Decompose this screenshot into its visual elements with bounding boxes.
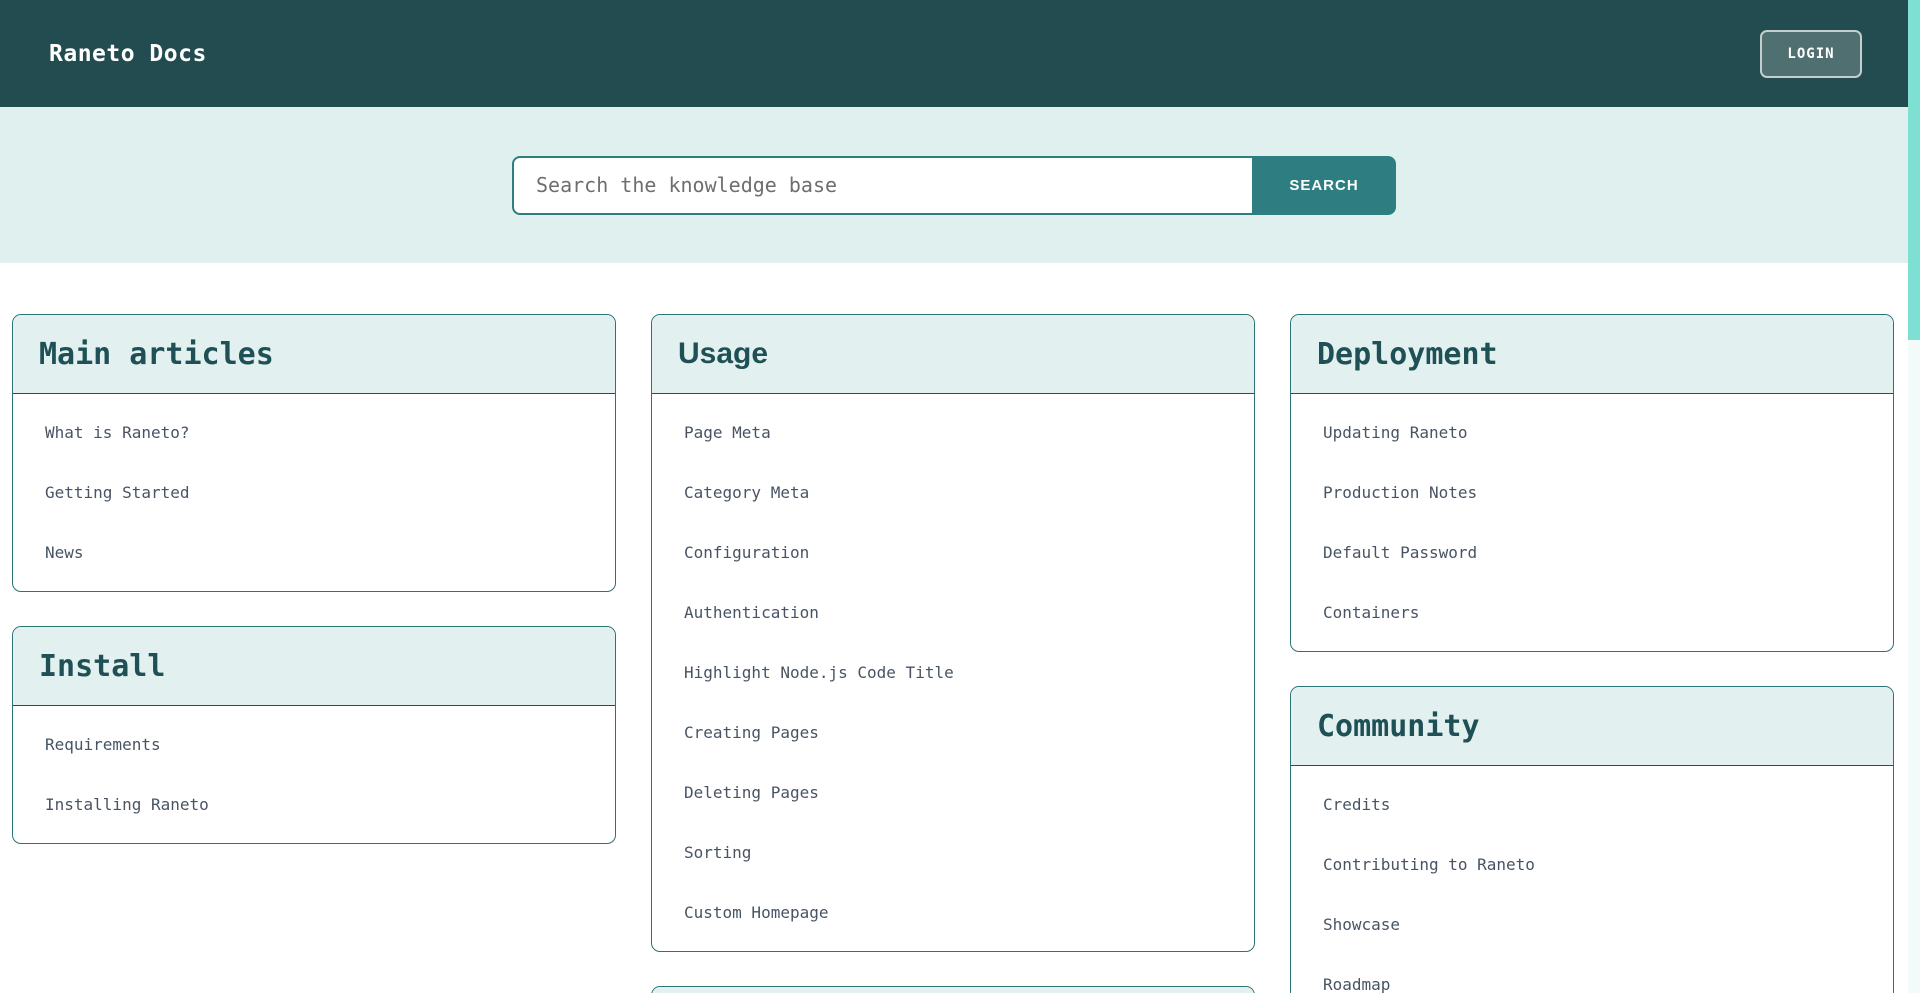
card-body: What is Raneto?Getting StartedNews — [13, 394, 615, 591]
card-install: Install RequirementsInstalling Raneto — [12, 626, 616, 844]
card-body: Updating RanetoProduction NotesDefault P… — [1291, 394, 1893, 651]
card-item-custom-homepage[interactable]: Custom Homepage — [652, 882, 1254, 942]
card-untitled — [651, 986, 1255, 993]
card-item-roadmap[interactable]: Roadmap — [1291, 954, 1893, 993]
card-item-page-meta[interactable]: Page Meta — [652, 402, 1254, 462]
card-title: Usage — [678, 337, 768, 371]
search-button[interactable]: SEARCH — [1252, 156, 1396, 215]
card-column-1: Main articles What is Raneto?Getting Star… — [12, 314, 616, 844]
card-item-news[interactable]: News — [13, 522, 615, 582]
card-item-updating-raneto[interactable]: Updating Raneto — [1291, 402, 1893, 462]
card-body: RequirementsInstalling Raneto — [13, 706, 615, 843]
login-button[interactable]: LOGIN — [1760, 30, 1862, 78]
card-title: Deployment — [1317, 337, 1498, 372]
card-title: Community — [1317, 709, 1480, 744]
cards-grid: Main articles What is Raneto?Getting Star… — [0, 263, 1908, 993]
card-body: Page MetaCategory MetaConfigurationAuthe… — [652, 394, 1254, 951]
card-header: Deployment — [1291, 315, 1893, 394]
card-main-articles: Main articles What is Raneto?Getting Star… — [12, 314, 616, 592]
card-item-containers[interactable]: Containers — [1291, 582, 1893, 642]
card-header: Community — [1291, 687, 1893, 766]
card-community: Community CreditsContributing to RanetoSh… — [1290, 686, 1894, 993]
card-item-creating-pages[interactable]: Creating Pages — [652, 702, 1254, 762]
card-item-contributing-to-raneto[interactable]: Contributing to Raneto — [1291, 834, 1893, 894]
card-item-default-password[interactable]: Default Password — [1291, 522, 1893, 582]
card-item-requirements[interactable]: Requirements — [13, 714, 615, 774]
card-item-what-is-raneto[interactable]: What is Raneto? — [13, 402, 615, 462]
card-column-2: Usage Page MetaCategory MetaConfiguration… — [651, 314, 1255, 993]
card-column-3: Deployment Updating RanetoProduction Note… — [1290, 314, 1894, 993]
card-item-authentication[interactable]: Authentication — [652, 582, 1254, 642]
card-item-installing-raneto[interactable]: Installing Raneto — [13, 774, 615, 834]
card-title: Install — [39, 649, 165, 684]
card-item-deleting-pages[interactable]: Deleting Pages — [652, 762, 1254, 822]
card-title: Main articles — [39, 337, 274, 372]
card-item-configuration[interactable]: Configuration — [652, 522, 1254, 582]
search-input[interactable] — [512, 156, 1252, 215]
card-header — [652, 987, 1254, 993]
card-header: Install — [13, 627, 615, 706]
scrollbar-thumb[interactable] — [1908, 0, 1920, 340]
site-title: Raneto Docs — [49, 41, 207, 67]
card-item-getting-started[interactable]: Getting Started — [13, 462, 615, 522]
page: Raneto Docs LOGIN SEARCH Main articles Wh… — [0, 0, 1920, 993]
card-item-sorting[interactable]: Sorting — [652, 822, 1254, 882]
card-deployment: Deployment Updating RanetoProduction Note… — [1290, 314, 1894, 652]
topbar: Raneto Docs LOGIN — [0, 0, 1908, 107]
card-usage: Usage Page MetaCategory MetaConfiguration… — [651, 314, 1255, 952]
hero-search-section: SEARCH — [0, 107, 1908, 263]
card-header: Main articles — [13, 315, 615, 394]
card-item-highlight-node-js-code-title[interactable]: Highlight Node.js Code Title — [652, 642, 1254, 702]
card-item-production-notes[interactable]: Production Notes — [1291, 462, 1893, 522]
card-item-category-meta[interactable]: Category Meta — [652, 462, 1254, 522]
card-item-showcase[interactable]: Showcase — [1291, 894, 1893, 954]
card-item-credits[interactable]: Credits — [1291, 774, 1893, 834]
content: Raneto Docs LOGIN SEARCH Main articles Wh… — [0, 0, 1908, 993]
page-scrollbar[interactable] — [1908, 0, 1920, 993]
card-body: CreditsContributing to RanetoShowcaseRoa… — [1291, 766, 1893, 993]
card-header: Usage — [652, 315, 1254, 394]
search-form: SEARCH — [512, 156, 1396, 215]
